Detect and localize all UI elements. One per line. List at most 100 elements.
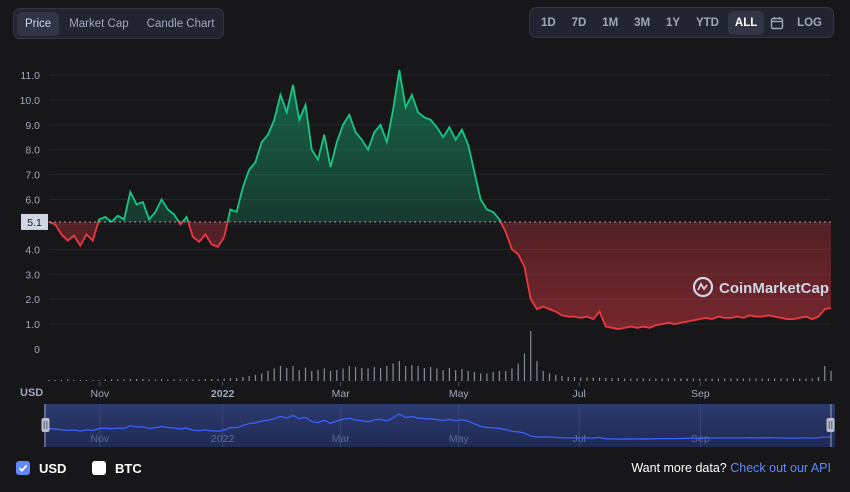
volume-bar: [780, 378, 782, 381]
volume-bar: [461, 369, 463, 381]
volume-bar: [298, 370, 300, 381]
volume-bar: [404, 366, 407, 381]
volume-bar: [761, 378, 763, 381]
volume-bar: [455, 370, 457, 381]
volume-bar: [430, 367, 432, 381]
y-tick-label: 9.0: [25, 120, 40, 132]
volume-bar: [674, 378, 676, 381]
volume-bar: [254, 375, 257, 381]
volume-bar: [311, 371, 313, 381]
volume-bar: [348, 366, 350, 381]
y-tick-label: 2.0: [25, 294, 40, 306]
volume-bar: [154, 379, 156, 381]
brand-name: CoinMarketCap: [719, 280, 829, 297]
volume-bar: [830, 371, 832, 381]
volume-bar: [317, 370, 319, 381]
y-tick-label: 0: [34, 344, 40, 356]
navigator-handle-left[interactable]: [41, 418, 50, 432]
navigator-tick-label: Mar: [332, 433, 351, 445]
navigator-tick-label: Nov: [90, 433, 109, 445]
volume-bar: [448, 368, 450, 381]
volume-bar: [217, 379, 219, 381]
x-tick-label: Jul: [572, 388, 585, 400]
volume-bar: [705, 378, 707, 381]
volume-bar: [792, 378, 795, 381]
volume-bar: [630, 378, 632, 381]
navigator-tick-label: Jul: [572, 433, 585, 445]
volume-bar: [367, 368, 369, 381]
volume-bar: [680, 378, 682, 381]
navigator-window[interactable]: [44, 404, 835, 447]
volume-bar: [179, 379, 181, 381]
volume-bar: [598, 377, 601, 381]
y-tick-label: 3.0: [25, 269, 40, 281]
volume-bar: [542, 371, 544, 381]
volume-bar: [392, 363, 394, 381]
volume-bar: [692, 378, 694, 381]
volume-bar: [361, 368, 363, 381]
volume-bar: [273, 368, 275, 381]
volume-bar: [223, 378, 225, 381]
volume-bar: [667, 378, 669, 381]
volume-bar: [267, 371, 269, 381]
volume-bar: [48, 380, 50, 381]
navigator-tick-label: May: [449, 433, 470, 445]
volume-bar: [492, 372, 494, 381]
volume-bar: [292, 366, 294, 381]
volume-bar: [517, 363, 519, 381]
volume-bar: [354, 367, 357, 381]
volume-bar: [567, 377, 569, 381]
usd-checkbox[interactable]: [16, 461, 30, 475]
volume-bar: [824, 366, 826, 381]
volume-bar: [198, 379, 200, 381]
volume-bar: [135, 379, 138, 381]
volume-bar: [592, 377, 594, 381]
volume-bar: [167, 379, 169, 381]
volume-bar: [104, 379, 106, 381]
x-tick-label: May: [449, 388, 470, 400]
volume-bar: [342, 368, 344, 381]
volume-bar: [805, 378, 807, 381]
volume-bar: [711, 378, 713, 381]
volume-bar: [436, 368, 438, 381]
volume-bar: [617, 378, 619, 381]
y-tick-label: 6.0: [25, 195, 40, 207]
volume-bar: [73, 380, 75, 381]
volume-bar: [279, 366, 282, 381]
volume-bar: [423, 368, 425, 381]
volume-bar: [523, 353, 526, 381]
volume-bar: [148, 379, 150, 381]
volume-bar: [498, 371, 501, 381]
y-tick-label: 7.0: [25, 170, 40, 182]
volume-bar: [386, 366, 388, 381]
volume-bar: [142, 379, 144, 381]
volume-bar: [505, 371, 507, 381]
volume-bar: [742, 378, 745, 381]
x-tick-label: Nov: [90, 388, 109, 400]
x-axis: USD Nov 2022 Mar May Jul Sep: [20, 382, 710, 400]
volume-bar: [536, 361, 538, 381]
btc-checkbox[interactable]: [92, 461, 106, 475]
volume-bar: [611, 378, 613, 381]
volume-bar: [60, 380, 63, 381]
volume-bar: [110, 379, 113, 381]
volume-bar: [486, 373, 488, 381]
volume-bars: [48, 331, 832, 381]
volume-bar: [605, 378, 607, 381]
volume-bar: [85, 380, 88, 381]
volume-bar: [642, 378, 644, 381]
volume-bar: [755, 378, 757, 381]
btc-toggle[interactable]: BTC: [92, 461, 142, 476]
volume-bar: [786, 378, 788, 381]
volume-bar: [717, 378, 719, 381]
volume-bar: [261, 373, 263, 381]
api-link[interactable]: Check out our API: [730, 461, 831, 475]
y-tick-label: 1.0: [25, 319, 40, 331]
volume-bar: [636, 378, 638, 381]
price-chart[interactable]: 11.010.09.08.07.06.05.04.03.02.01.00 5.1…: [0, 0, 850, 455]
range-navigator[interactable]: Nov 2022 Mar May Jul Sep: [41, 404, 836, 447]
usd-toggle[interactable]: USD: [16, 461, 66, 476]
api-promo: Want more data? Check out our API: [631, 461, 831, 475]
navigator-handle-right[interactable]: [826, 418, 835, 432]
volume-bar: [248, 376, 250, 381]
